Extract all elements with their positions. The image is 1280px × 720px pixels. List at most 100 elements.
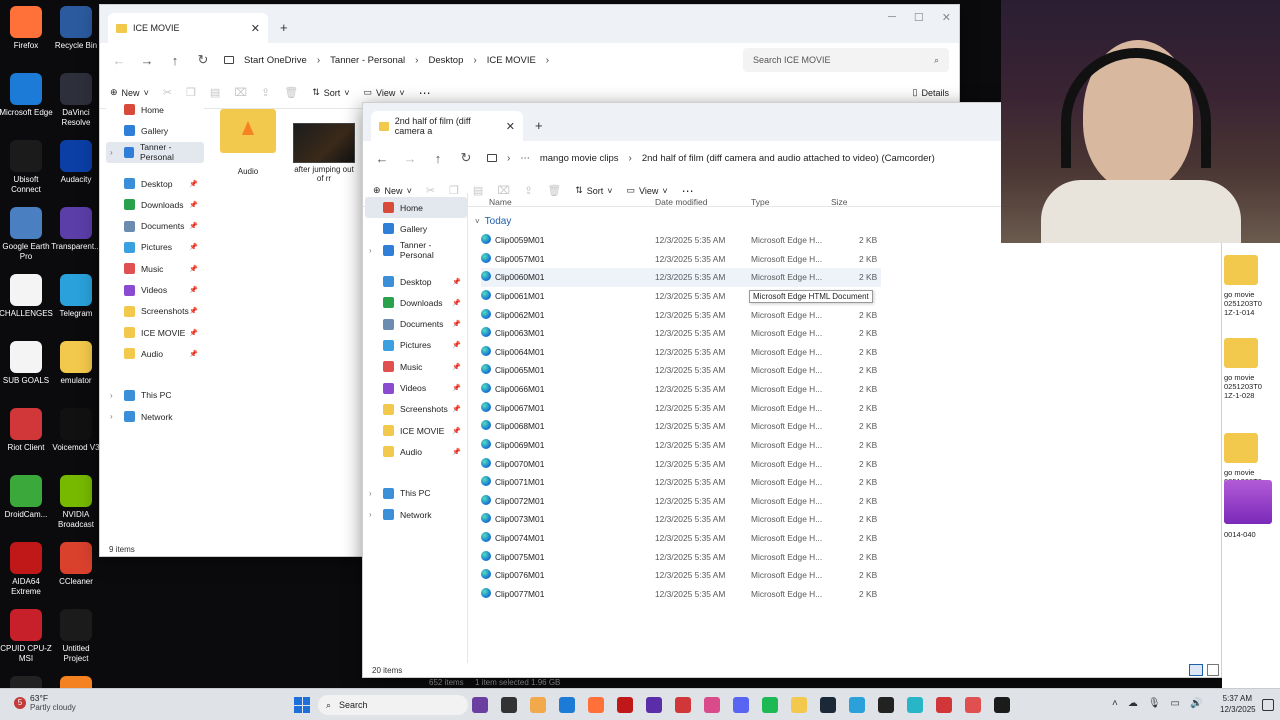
new-tab-button[interactable]: + bbox=[535, 118, 543, 133]
chevron-right-icon[interactable]: › bbox=[110, 391, 118, 400]
rename-icon[interactable]: ⌧ bbox=[497, 184, 510, 197]
breadcrumb-item[interactable]: Start OneDrive bbox=[244, 55, 307, 66]
forward-icon[interactable]: → bbox=[140, 53, 154, 68]
new-button[interactable]: ⊕ New ˅ bbox=[373, 185, 412, 196]
desktop-icon[interactable]: Telegram bbox=[49, 274, 103, 319]
copy-icon[interactable]: ❐ bbox=[449, 184, 459, 197]
table-row[interactable]: Clip0075M01 12/3/2025 5:35 AM Microsoft Ed… bbox=[481, 548, 881, 567]
table-row[interactable]: Clip0072M01 12/3/2025 5:35 AM Microsoft Ed… bbox=[481, 492, 881, 511]
desktop-icon[interactable]: SUB GOALS bbox=[0, 341, 53, 386]
desktop-icon[interactable]: CCleaner bbox=[49, 542, 103, 587]
nav-item[interactable]: Home bbox=[365, 197, 467, 219]
desktop-icon[interactable]: Ubisoft Connect bbox=[0, 140, 53, 195]
table-row[interactable]: Clip0073M01 12/3/2025 5:35 AM Microsoft Ed… bbox=[481, 510, 881, 529]
column-size[interactable]: Size bbox=[831, 197, 848, 207]
nav-item[interactable]: › Network bbox=[365, 504, 467, 525]
table-row[interactable]: Clip0060M01 12/3/2025 5:35 AM Microsoft Ed… bbox=[481, 268, 881, 287]
nav-item[interactable]: Music 📌 bbox=[365, 356, 467, 377]
chevron-right-icon[interactable]: › bbox=[369, 510, 377, 519]
nav-item[interactable]: Desktop 📌 bbox=[365, 271, 467, 292]
nav-item[interactable]: Music 📌 bbox=[106, 258, 204, 279]
view-button[interactable]: ▭ View ˅ bbox=[364, 87, 405, 98]
more-crumbs-icon[interactable]: ⋯ bbox=[520, 153, 530, 164]
group-header[interactable]: ˅ Today bbox=[475, 216, 511, 227]
desktop-icon[interactable]: Recycle Bin bbox=[49, 6, 103, 51]
back-icon[interactable]: ← bbox=[375, 151, 389, 166]
desktop-icon[interactable]: Voicemod V3 bbox=[49, 408, 103, 453]
pinned-app-icon[interactable] bbox=[675, 697, 691, 713]
pinned-app-icon[interactable] bbox=[472, 697, 488, 713]
desktop-icon[interactable]: Riot Client bbox=[0, 408, 53, 453]
cut-icon[interactable]: ✂ bbox=[163, 86, 172, 99]
rename-icon[interactable]: ⌧ bbox=[234, 86, 247, 99]
chevron-up-icon[interactable]: ˄ bbox=[1112, 698, 1118, 709]
delete-icon[interactable]: 🗑 bbox=[547, 184, 561, 197]
nav-item[interactable]: ICE MOVIE 📌 bbox=[106, 322, 204, 343]
pinned-app-icon[interactable] bbox=[878, 697, 894, 713]
column-type[interactable]: Type bbox=[751, 197, 769, 207]
breadcrumb-item[interactable]: Desktop bbox=[429, 55, 464, 66]
pinned-app-icon[interactable] bbox=[501, 697, 517, 713]
close-tab-icon[interactable]: ✕ bbox=[506, 120, 515, 133]
nav-item[interactable]: Gallery bbox=[106, 120, 204, 141]
close-tab-icon[interactable]: ✕ bbox=[251, 22, 260, 35]
table-row[interactable]: Clip0064M01 12/3/2025 5:35 AM Microsoft Ed… bbox=[481, 343, 881, 362]
nav-item[interactable]: › Tanner - Personal bbox=[106, 141, 204, 163]
volume-icon[interactable]: 🔊 bbox=[1190, 698, 1202, 709]
nav-item[interactable]: Documents 📌 bbox=[106, 215, 204, 236]
nav-item[interactable]: Audio 📌 bbox=[365, 441, 467, 462]
nav-item[interactable]: Documents 📌 bbox=[365, 313, 467, 334]
cut-icon[interactable]: ✂ bbox=[426, 184, 435, 197]
clock[interactable]: 5:37 AM 12/3/2025 bbox=[1220, 693, 1256, 715]
details-button[interactable]: ▯ Details bbox=[913, 87, 949, 98]
up-icon[interactable]: ↑ bbox=[168, 53, 182, 68]
table-row[interactable]: Clip0077M01 12/3/2025 5:35 AM Microsoft Ed… bbox=[481, 585, 881, 604]
breadcrumb-item[interactable]: mango movie clips bbox=[540, 153, 619, 164]
file-item[interactable]: Audio bbox=[218, 109, 278, 176]
pinned-app-icon[interactable] bbox=[820, 697, 836, 713]
pinned-app-icon[interactable] bbox=[791, 697, 807, 713]
pinned-app-icon[interactable] bbox=[936, 697, 952, 713]
nav-item[interactable]: Downloads 📌 bbox=[365, 292, 467, 313]
pinned-app-icon[interactable] bbox=[704, 697, 720, 713]
table-row[interactable]: Clip0066M01 12/3/2025 5:35 AM Microsoft Ed… bbox=[481, 380, 881, 399]
nav-item[interactable]: Pictures 📌 bbox=[106, 237, 204, 258]
pinned-app-icon[interactable] bbox=[617, 697, 633, 713]
tab-2nd-half[interactable]: 2nd half of film (diff camera a ✕ bbox=[371, 111, 523, 141]
desktop-icon[interactable]: Transparent... bbox=[49, 207, 103, 252]
desktop-icon[interactable]: Untitled Project bbox=[49, 609, 103, 664]
start-button[interactable] bbox=[294, 697, 310, 713]
pinned-app-icon[interactable] bbox=[530, 697, 546, 713]
breadcrumb-item[interactable]: Tanner - Personal bbox=[330, 55, 405, 66]
nav-item[interactable]: Screenshots 📌 bbox=[365, 399, 467, 420]
table-row[interactable]: Clip0063M01 12/3/2025 5:35 AM Microsoft Ed… bbox=[481, 324, 881, 343]
nav-item[interactable]: › This PC bbox=[365, 483, 467, 504]
nav-item[interactable]: Audio 📌 bbox=[106, 343, 204, 364]
chevron-right-icon[interactable]: › bbox=[110, 412, 118, 421]
tab-ice-movie[interactable]: ICE MOVIE ✕ bbox=[108, 13, 268, 43]
pinned-app-icon[interactable] bbox=[588, 697, 604, 713]
desktop-icon[interactable]: CPUID CPU-Z MSI bbox=[0, 609, 53, 664]
more-options-icon[interactable]: ⋯ bbox=[682, 184, 694, 198]
maximize-button[interactable]: ☐ bbox=[914, 11, 924, 24]
chevron-right-icon[interactable]: › bbox=[110, 148, 118, 157]
delete-icon[interactable]: 🗑 bbox=[284, 86, 298, 99]
desktop-icon[interactable]: AIDA64 Extreme bbox=[0, 542, 53, 597]
refresh-icon[interactable]: ↻ bbox=[196, 52, 210, 68]
nav-item[interactable]: Pictures 📌 bbox=[365, 335, 467, 356]
new-tab-button[interactable]: + bbox=[280, 20, 288, 35]
pinned-app-icon[interactable] bbox=[733, 697, 749, 713]
nav-item[interactable]: › Network bbox=[106, 406, 204, 427]
table-row[interactable]: Clip0057M01 12/3/2025 5:35 AM Microsoft Ed… bbox=[481, 250, 881, 269]
desktop-icon[interactable]: Audacity bbox=[49, 140, 103, 185]
cloud-icon[interactable]: ☁ bbox=[1128, 698, 1138, 709]
table-row[interactable]: Clip0074M01 12/3/2025 5:35 AM Microsoft Ed… bbox=[481, 529, 881, 548]
up-icon[interactable]: ↑ bbox=[431, 151, 445, 166]
more-options-icon[interactable]: ⋯ bbox=[419, 86, 431, 100]
paste-icon[interactable]: ▤ bbox=[210, 86, 220, 99]
desktop-icon[interactable]: Microsoft Edge bbox=[0, 73, 53, 118]
column-name[interactable]: Name bbox=[489, 197, 512, 207]
nav-item[interactable]: Downloads 📌 bbox=[106, 194, 204, 215]
network-icon[interactable]: ▭ bbox=[1171, 698, 1180, 709]
sort-button[interactable]: ⇅ Sort ˅ bbox=[575, 185, 612, 196]
